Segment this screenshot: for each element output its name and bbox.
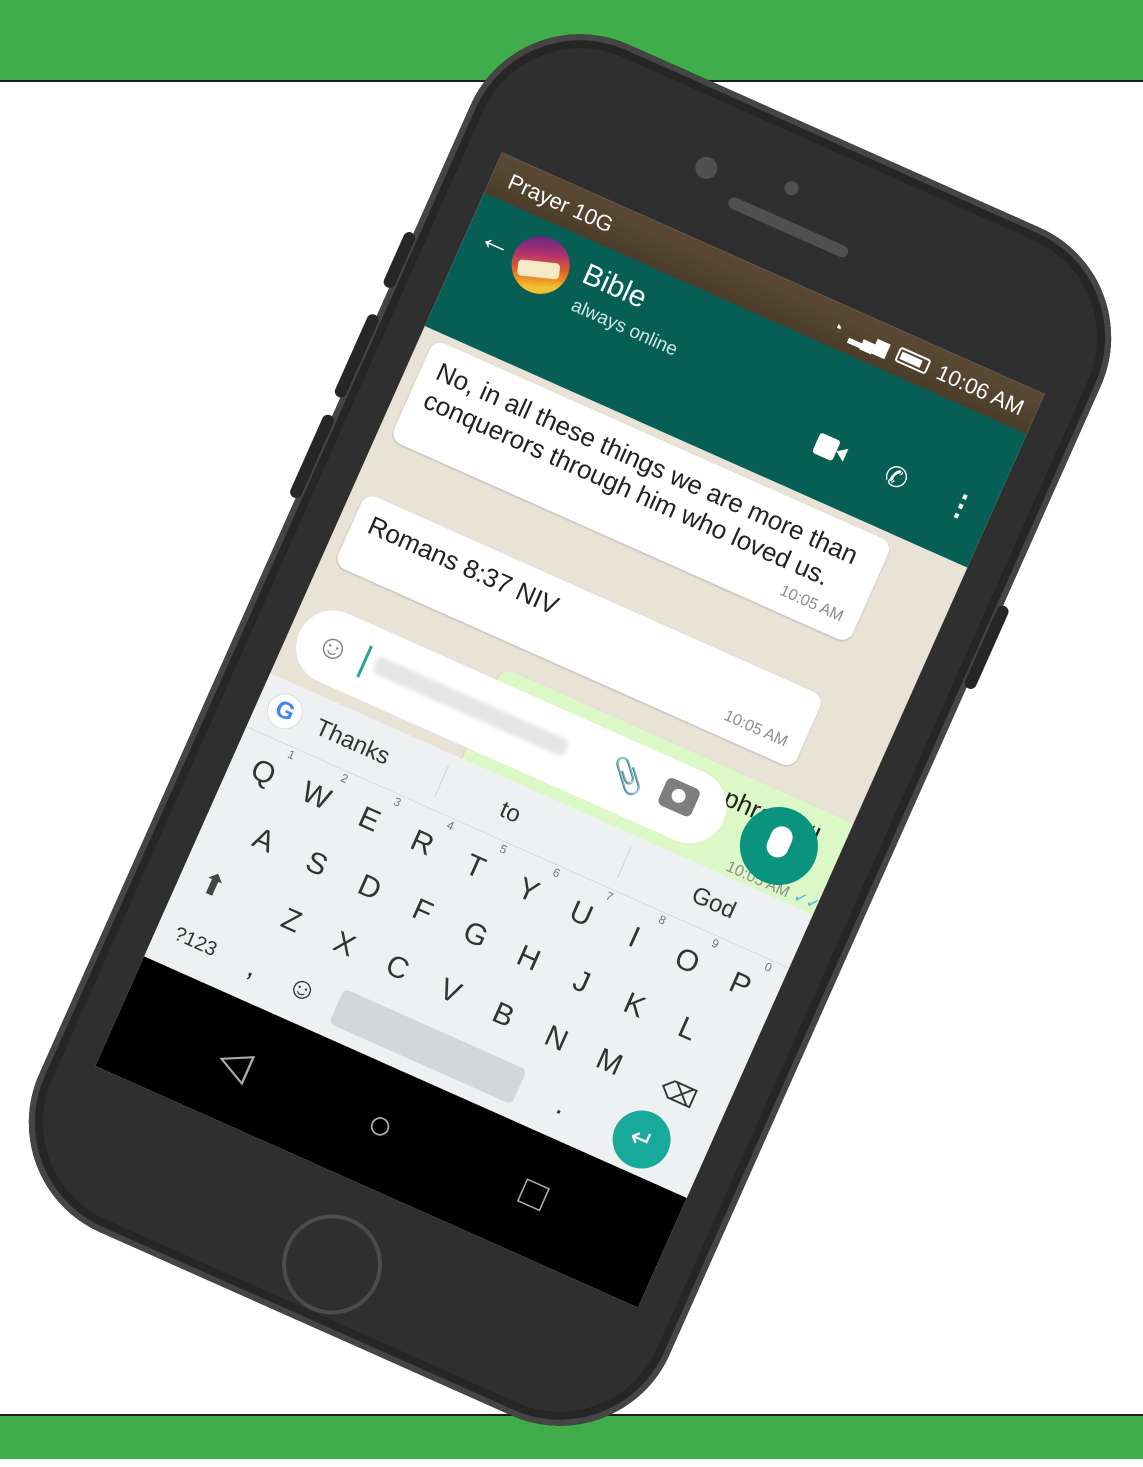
nav-home-icon[interactable]: ○ (359, 1098, 402, 1152)
phone-call-icon[interactable]: ✆ (879, 458, 914, 498)
suggestion-divider (434, 765, 449, 797)
suggestion-item[interactable]: Thanks (311, 714, 394, 772)
signal-icon: ▂▄▆ (847, 323, 893, 359)
key[interactable]: P0 (707, 950, 774, 1021)
key[interactable]: Q1 (230, 738, 298, 809)
google-icon[interactable]: G (262, 688, 308, 734)
attach-icon[interactable]: 📎 (603, 753, 652, 800)
key[interactable]: W2 (283, 761, 351, 832)
battery-icon (894, 346, 932, 375)
suggestion-item[interactable]: God (687, 881, 740, 925)
nav-back-icon[interactable]: ◁ (211, 1032, 260, 1090)
key[interactable]: O9 (654, 926, 722, 997)
suggestion-item[interactable]: to (495, 796, 525, 830)
wifi-icon: ◔ (828, 315, 847, 338)
video-call-icon[interactable] (811, 431, 850, 465)
mic-icon[interactable] (727, 794, 831, 898)
key[interactable]: E3 (336, 785, 403, 856)
nav-recents-icon[interactable]: □ (513, 1166, 555, 1220)
more-vert-icon[interactable]: ⋮ (941, 484, 982, 526)
camera-icon[interactable] (656, 776, 702, 819)
emoji-icon[interactable]: ☺ (309, 623, 357, 673)
key[interactable]: U7 (548, 879, 616, 950)
key[interactable]: R4 (389, 808, 457, 879)
suggestion-divider (616, 846, 632, 879)
key[interactable]: T5 (442, 832, 509, 903)
key[interactable]: I8 (601, 903, 669, 974)
key[interactable]: Y6 (495, 855, 562, 926)
phone-device: Prayer 10G ◔ ▂▄▆ 10:06 AM ← Bible always… (0, 0, 1143, 1465)
text-cursor (356, 645, 373, 678)
